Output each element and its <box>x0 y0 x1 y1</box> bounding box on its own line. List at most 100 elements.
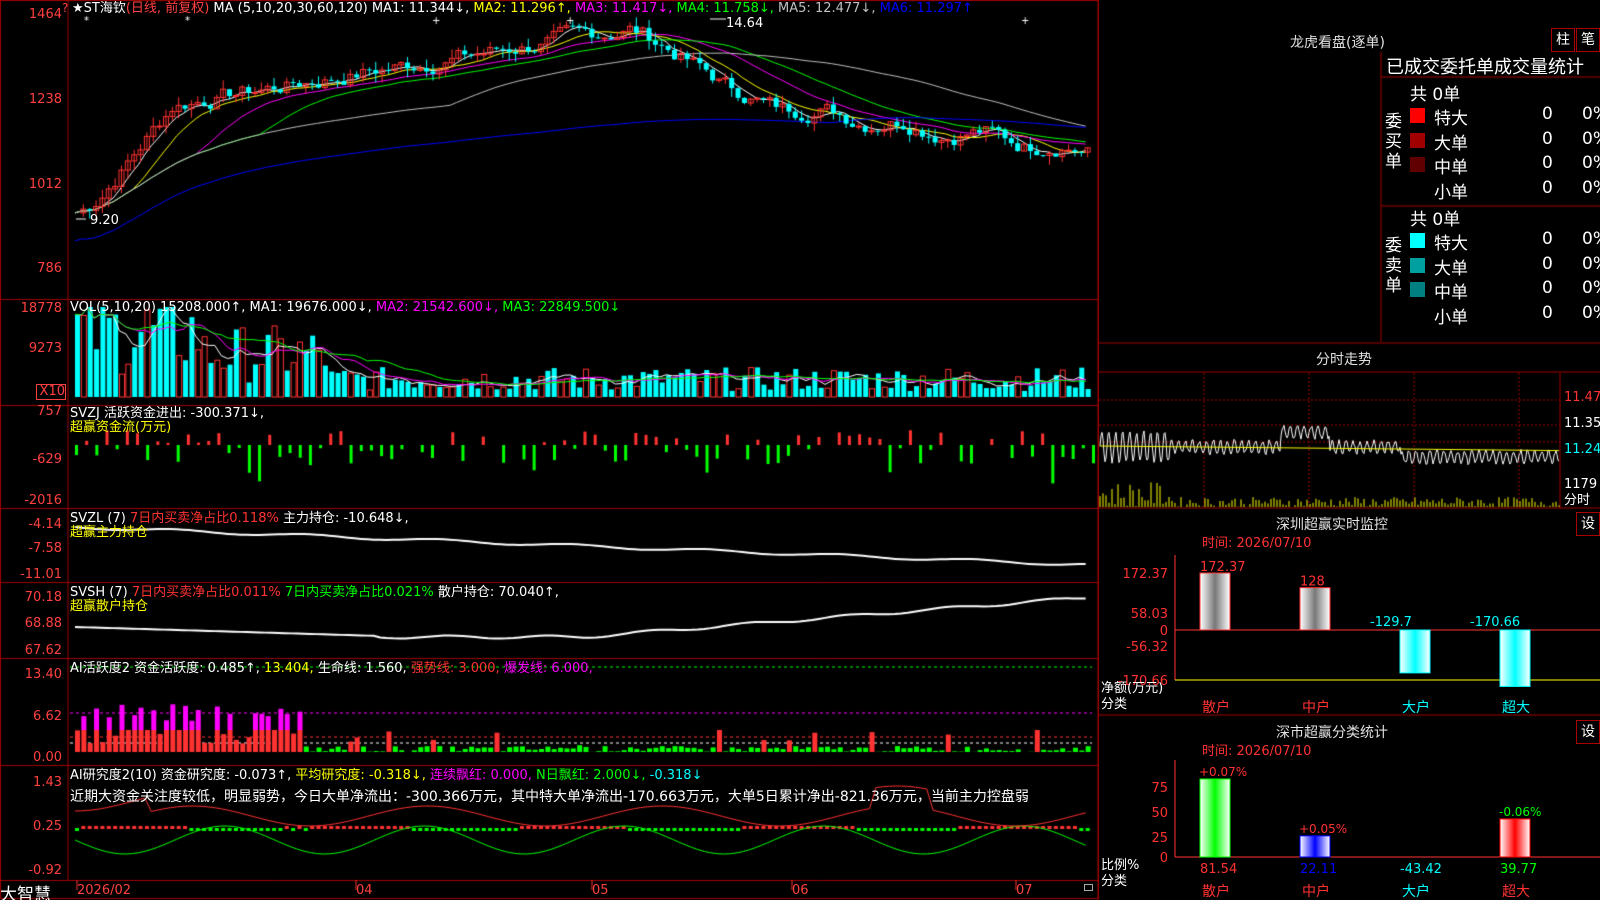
row-name: 特大 <box>1434 109 1468 129</box>
cl-category: 散户 <box>1202 883 1230 900</box>
ai2-header: AI研究度2(10) 资金研究度: -0.073↑, 平均研究度: -0.318… <box>70 768 702 783</box>
low-marker: 9.20 <box>90 213 119 228</box>
svsh-t3: 散户持仓: 70.040↑, <box>437 585 559 600</box>
ai2-t4: N日飘红: 2.000↓, <box>536 768 646 783</box>
ai2-ytick: 0.25 <box>33 819 62 834</box>
app-logo: 大智慧 <box>0 885 51 900</box>
row-value: 0 <box>1542 253 1553 274</box>
sz-bar <box>1499 629 1531 687</box>
sz-bar-category: 大户 <box>1402 699 1430 715</box>
cl-bar <box>1199 778 1231 858</box>
vol-ytick: 18778 <box>20 301 62 316</box>
ma-value: MA3: 11.417↓, <box>570 1 673 16</box>
svsh-t2: 7日内买卖净占比0.021% <box>284 585 434 600</box>
price-ytick: 1012 <box>28 177 62 192</box>
chart-mode[interactable]: (日线, 前复权) <box>126 1 209 16</box>
row-value: 0 <box>1542 177 1553 198</box>
swatch <box>1410 257 1425 273</box>
ai1-t1: 资金活跃度: 0.485↑, <box>134 661 260 676</box>
row-percent: 0% <box>1582 253 1600 274</box>
row-value: 0 <box>1542 302 1553 323</box>
sz-class-ylabel: 比例% <box>1101 858 1140 873</box>
dragon-subtitle: 已成交委托单成交量统计 <box>1386 57 1584 78</box>
intraday-ytick: 11.24 <box>1564 442 1600 457</box>
sz-class-chart: 75 50 25 0 +0.07% 81.54 散户 +0.05% 22.11 中户 -43.42 大… <box>1151 760 1600 900</box>
main-header: ★ST海钦(日线, 前复权) MA (5,10,20,30,60,120) MA… <box>72 1 973 16</box>
svzj-ytick: -629 <box>32 452 62 467</box>
dragon-title: 龙虎看盘(逐单) <box>1290 35 1385 51</box>
ma-value: MA3: 22849.500↓ <box>498 300 621 315</box>
date-tick: 06 <box>792 883 809 898</box>
ma-value: MA2: 11.296↑, <box>469 1 571 16</box>
svzl-header: SVZL (7) 7日内买卖净占比0.118% 主力持仓: -10.648↓, <box>70 511 409 526</box>
cl-category: 中户 <box>1302 883 1330 900</box>
sell-side-label: 委卖单 <box>1385 236 1402 296</box>
intraday-title: 分时走势 <box>1316 352 1372 368</box>
tick-mode-button[interactable]: 笔 <box>1576 28 1600 52</box>
bar-mode-button[interactable]: 柱 <box>1551 28 1575 52</box>
sz-bar-label: 172.37 <box>1200 560 1246 575</box>
sz-class-ytick: 75 <box>1151 781 1168 796</box>
row-name: 小单 <box>1434 307 1468 328</box>
sz-class-settings-button[interactable]: 设 <box>1576 720 1600 744</box>
sz-monitor-date: 时间: 2026/07/10 <box>1202 536 1312 551</box>
swatch <box>1410 108 1425 123</box>
cl-bar <box>1299 835 1331 858</box>
sz-monitor-title: 深圳超赢实时监控 <box>1276 517 1388 533</box>
sz-class-ytick: 25 <box>1151 831 1168 846</box>
cl-category: 大户 <box>1402 883 1430 900</box>
ai2-t3: 连续飘红: 0.000, <box>430 768 532 783</box>
ma-value: MA1: 11.344↓, <box>371 1 470 16</box>
svsh-sub: 超赢散户持仓 <box>70 599 149 614</box>
row-percent: 0% <box>1582 177 1600 198</box>
sz-monitor-ylabel: 净额(万元) <box>1101 681 1164 696</box>
row-name: 特大 <box>1434 234 1468 254</box>
vol-unit-button[interactable]: X10 <box>36 384 66 400</box>
price-ytick: 786 <box>37 261 62 276</box>
intraday-fen: 分时 <box>1564 493 1591 508</box>
ma-value: MA1: 19676.000↓, <box>249 300 372 315</box>
vol-title: VOL(5,10,20) <box>70 300 156 315</box>
svzl-sub: 超赢主力持仓 <box>70 525 149 540</box>
svzj-ytick: -2016 <box>24 493 62 508</box>
sz-bar <box>1299 587 1331 631</box>
row-name: 大单 <box>1434 133 1468 154</box>
ai1-ytick: 0.00 <box>33 750 62 765</box>
sz-bar-label: 128 <box>1300 575 1325 590</box>
ai2-title: AI研究度2(10) <box>70 768 157 783</box>
vol-mas: MA1: 19676.000↓, MA2: 21542.600↓, MA3: 2… <box>250 300 621 315</box>
ma-value: MA2: 21542.600↓, <box>371 300 499 315</box>
ma-params: MA (5,10,20,30,60,120) <box>213 1 368 16</box>
row-value: 0 <box>1542 229 1553 249</box>
vol-ytick: 9273 <box>28 341 62 356</box>
ai1-t3: 生命线: 1.560, <box>317 661 407 676</box>
svzl-title: SVZL (7) <box>70 511 126 526</box>
ai1-header: AI活跃度2 资金活跃度: 0.485↑, 13.404, 生命线: 1.560… <box>70 661 593 676</box>
buy-side-label: 委买单 <box>1385 112 1402 172</box>
lock-icon[interactable] <box>1084 884 1093 891</box>
svzl-t1: 7日内买卖净占比0.118% <box>129 511 279 526</box>
sz-bar-label: -129.7 <box>1370 615 1412 630</box>
cl-top-label: -0.06% <box>1499 805 1541 819</box>
stock-name: ST海钦 <box>83 1 126 16</box>
high-marker: 14.64 <box>726 16 764 31</box>
sz-monitor-ytick: -56.32 <box>1126 640 1168 655</box>
svzl-ytick: -4.14 <box>28 517 62 532</box>
intraday-ytick: 11.35 <box>1564 416 1600 431</box>
corner-question[interactable]: ? <box>62 1 68 16</box>
ai2-ytick: 1.43 <box>33 775 62 790</box>
cl-bottom-label: 81.54 <box>1200 862 1237 877</box>
svzj-sub: 超赢资金流(万元) <box>70 420 172 435</box>
ai2-t2: 平均研究度: -0.318↓, <box>295 768 426 783</box>
sz-monitor-chart: 172.37 58.03 0-56.32 -170.66 172.37 散户 128 中户 -1… <box>1118 555 1600 715</box>
star-icon: ★ <box>72 1 84 16</box>
ai2-t1: 资金研究度: -0.073↑, <box>160 768 292 783</box>
row-percent: 0% <box>1582 153 1600 173</box>
swatch <box>1410 282 1425 297</box>
sz-monitor-settings-button[interactable]: 设 <box>1576 512 1600 536</box>
intraday-ytick: 11.47 <box>1564 390 1600 405</box>
svsh-ytick: 70.18 <box>24 590 62 605</box>
svzl-ytick: -7.58 <box>28 541 62 556</box>
ai1-t5: 爆发线: 6.000, <box>503 661 593 676</box>
date-tick: 05 <box>592 883 609 898</box>
